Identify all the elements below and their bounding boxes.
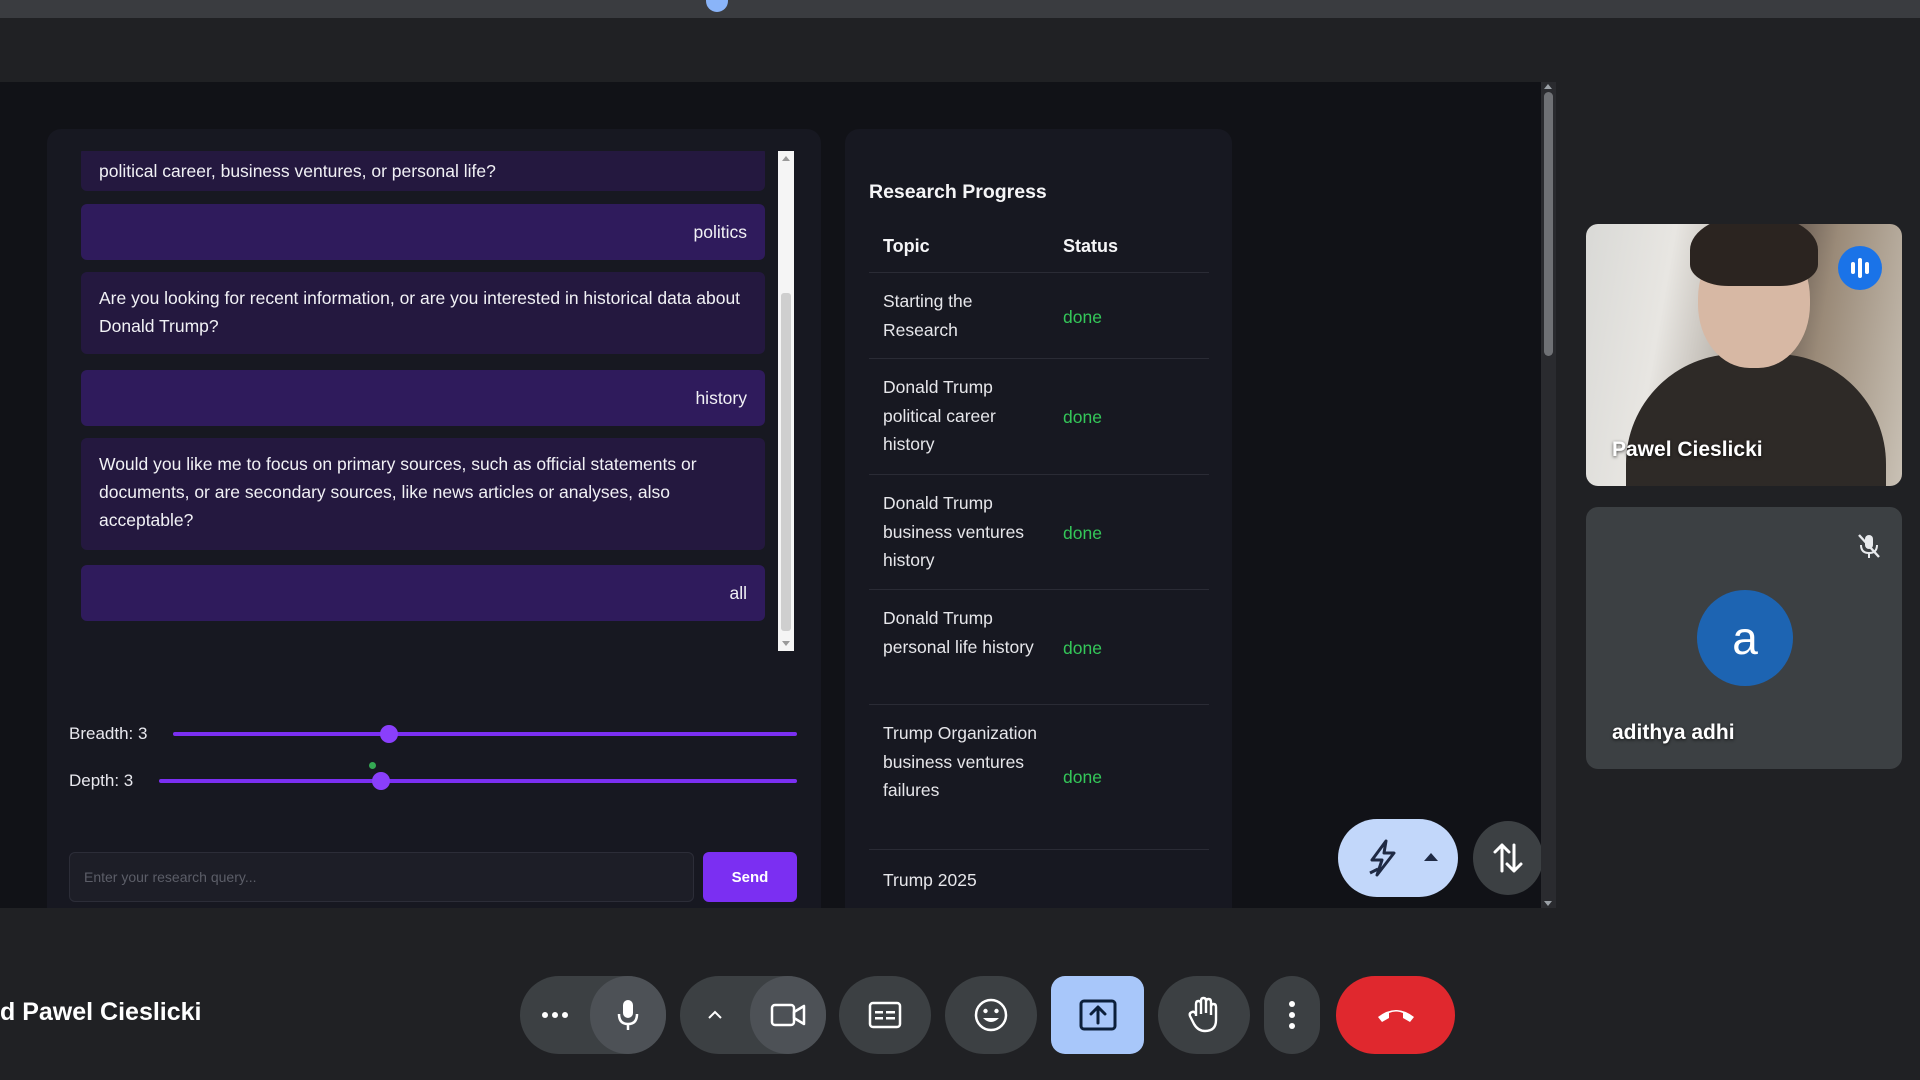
table-row: Starting the Research done	[869, 272, 1209, 358]
camera-icon	[770, 1003, 806, 1027]
topic-cell: Trump Organization business ventures fai…	[883, 723, 1037, 800]
camera-options-button[interactable]	[680, 976, 750, 1054]
shared-screen: political career, business ventures, or …	[0, 82, 1545, 908]
participant-tile-pawel[interactable]: Pawel Cieslicki	[1586, 224, 1902, 486]
captions-icon	[868, 1001, 902, 1029]
mic-icon	[617, 1000, 639, 1030]
depth-slider-handle[interactable]	[372, 772, 390, 790]
presentation-indicator	[706, 0, 728, 12]
participant-hair	[1690, 224, 1818, 286]
chevron-up-icon	[708, 1010, 722, 1019]
table-row: Donald Trump personal life history done	[869, 589, 1209, 704]
status-cell: done	[1063, 767, 1102, 787]
depth-slider-track[interactable]	[159, 779, 797, 783]
scroll-up-icon[interactable]	[1544, 84, 1552, 89]
scroll-down-icon[interactable]	[782, 641, 790, 646]
table-row: Donald Trump business ventures history d…	[869, 474, 1209, 589]
camera-control-group	[680, 976, 826, 1054]
status-cell: done	[1063, 638, 1102, 658]
table-row: Trump 2025	[869, 849, 1209, 908]
assistant-message: Would you like me to focus on primary so…	[81, 438, 765, 550]
screen-scrollbar[interactable]	[1541, 82, 1556, 908]
topic-cell: Donald Trump personal life history	[883, 608, 1034, 657]
assistant-message: Are you looking for recent information, …	[81, 272, 765, 354]
user-message: politics	[81, 204, 765, 260]
more-vert-icon	[1289, 1001, 1295, 1029]
research-query-input[interactable]	[69, 852, 694, 902]
send-button[interactable]: Send	[703, 852, 797, 902]
top-bar	[0, 0, 1920, 18]
raise-hand-button[interactable]	[1158, 976, 1250, 1054]
user-message: all	[81, 565, 765, 621]
swap-arrows-icon	[1493, 843, 1523, 873]
status-cell: done	[1063, 523, 1102, 543]
topic-cell: Starting the Research	[883, 291, 973, 340]
end-call-icon	[1377, 1010, 1414, 1022]
depth-label: Depth: 3	[69, 771, 134, 790]
scroll-thumb[interactable]	[1544, 92, 1553, 356]
more-options-button[interactable]	[520, 976, 590, 1054]
participant-video	[1626, 354, 1886, 486]
participant-tile-adithya[interactable]: a adithya adhi	[1586, 507, 1902, 769]
user-message: history	[81, 370, 765, 426]
reactions-pill[interactable]	[1338, 819, 1458, 897]
present-screen-button[interactable]	[1051, 976, 1144, 1054]
participant-name: adithya adhi	[1612, 721, 1735, 744]
depth-slider-row: Depth: 3	[69, 766, 799, 796]
topic-cell: Donald Trump business ventures history	[883, 493, 1025, 570]
raise-hand-icon	[1188, 996, 1218, 1033]
status-cell: done	[1063, 407, 1102, 427]
participant-name: Pawel Cieslicki	[1612, 438, 1763, 461]
mic-off-icon	[1858, 534, 1880, 558]
chat-panel: political career, business ventures, or …	[47, 129, 821, 908]
chevron-up-icon[interactable]	[1424, 853, 1438, 861]
breadth-slider-handle[interactable]	[380, 725, 398, 743]
topic-cell: Trump 2025	[883, 870, 977, 890]
message-list[interactable]: political career, business ventures, or …	[81, 151, 773, 629]
scroll-down-icon[interactable]	[1544, 901, 1552, 906]
table-row: Trump Organization business ventures fai…	[869, 704, 1209, 849]
status-column-header: Status	[1063, 236, 1119, 256]
emoji-icon	[974, 998, 1008, 1032]
camera-button[interactable]	[750, 976, 826, 1054]
breadth-slider-track[interactable]	[173, 732, 797, 736]
topic-cell: Donald Trump political career history	[883, 377, 996, 454]
emoji-reaction-button[interactable]	[945, 976, 1037, 1054]
avatar: a	[1697, 590, 1793, 686]
mic-control-group	[520, 976, 666, 1054]
research-progress-title: Research Progress	[869, 181, 1047, 203]
mic-button[interactable]	[590, 976, 666, 1054]
breadth-label: Breadth: 3	[69, 724, 148, 743]
scroll-up-icon[interactable]	[782, 156, 790, 161]
assistant-message: political career, business ventures, or …	[81, 151, 765, 191]
speaking-indicator-icon	[1838, 246, 1882, 290]
chat-scrollbar[interactable]	[778, 151, 794, 651]
leave-call-button[interactable]	[1336, 976, 1455, 1054]
meeting-presenter-label: d Pawel Cieslicki	[0, 998, 202, 1026]
research-progress-panel: Research Progress Topic Status Starting …	[845, 129, 1232, 908]
status-cell: done	[1063, 307, 1102, 327]
swap-layout-button[interactable]	[1473, 821, 1543, 895]
scroll-thumb[interactable]	[781, 293, 791, 631]
breadth-slider-row: Breadth: 3	[69, 719, 799, 749]
more-options-icon	[542, 1012, 568, 1018]
captions-button[interactable]	[839, 976, 931, 1054]
table-row: Donald Trump political career history do…	[869, 358, 1209, 474]
present-screen-icon	[1079, 999, 1116, 1031]
topic-column-header: Topic	[883, 236, 930, 256]
lightning-icon	[1369, 839, 1396, 877]
more-vert-button[interactable]	[1264, 976, 1320, 1054]
